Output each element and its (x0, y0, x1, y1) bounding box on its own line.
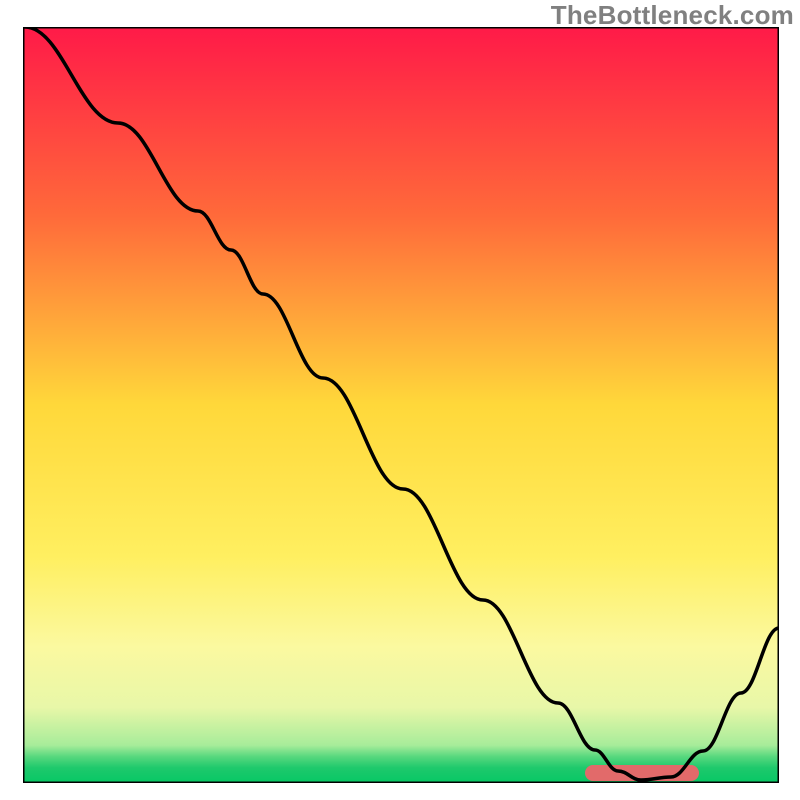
chart-svg (23, 27, 779, 783)
plot-area (23, 27, 779, 783)
gradient-background (23, 27, 779, 783)
chart-container: TheBottleneck.com (0, 0, 800, 800)
